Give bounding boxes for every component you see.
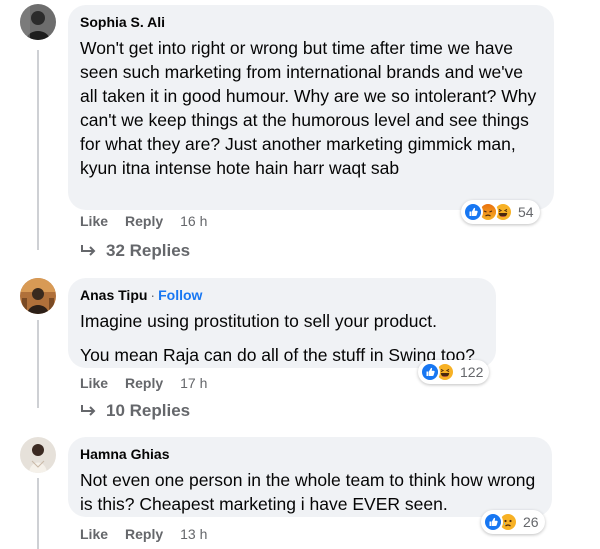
reaction-summary[interactable]: 54 [461, 200, 540, 224]
comment-timestamp[interactable]: 13 h [180, 526, 207, 542]
reply-thread-line [37, 478, 39, 549]
comment-actions: Like Reply 16 h [80, 213, 207, 229]
comment-author[interactable]: Sophia S. Ali [80, 13, 165, 31]
replies-count-label: 32 Replies [106, 241, 191, 260]
avatar[interactable] [20, 437, 56, 473]
reply-button[interactable]: Reply [125, 375, 163, 391]
comment-actions: Like Reply 13 h [80, 526, 207, 542]
reaction-summary[interactable]: 26 [481, 510, 545, 534]
reply-arrow-icon [80, 244, 98, 258]
comment-paragraph: Imagine using prostitution to sell your … [80, 311, 437, 331]
like-icon [420, 362, 440, 382]
avatar[interactable] [20, 278, 56, 314]
reply-button[interactable]: Reply [125, 213, 163, 229]
comment-text: Not even one person in the whole team to… [80, 468, 540, 516]
view-replies-button[interactable]: 32 Replies [80, 241, 190, 261]
view-replies-button[interactable]: 10 Replies [80, 401, 190, 421]
reaction-count: 122 [460, 364, 484, 380]
comment-text: Won't get into right or wrong but time a… [80, 36, 542, 180]
follow-button[interactable]: Follow [158, 286, 202, 304]
reply-thread-line [37, 50, 39, 250]
reply-arrow-icon [80, 404, 98, 418]
reaction-summary[interactable]: 122 [418, 360, 490, 384]
like-icon [463, 202, 483, 222]
reaction-count: 26 [523, 514, 539, 530]
comment-timestamp[interactable]: 16 h [180, 213, 207, 229]
comment-text: Imagine using prostitution to sell your … [80, 309, 484, 367]
like-button[interactable]: Like [80, 526, 108, 542]
replies-count-label: 10 Replies [106, 401, 191, 420]
comment-bubble: Sophia S. Ali Won't get into right or wr… [68, 5, 554, 210]
like-icon [483, 512, 503, 532]
like-button[interactable]: Like [80, 375, 108, 391]
separator-dot: · [150, 287, 156, 303]
like-button[interactable]: Like [80, 213, 108, 229]
comment-timestamp[interactable]: 17 h [180, 375, 207, 391]
comment-bubble: Anas Tipu · Follow Imagine using prostit… [68, 278, 496, 368]
comment-author[interactable]: Anas Tipu [80, 286, 147, 304]
reply-button[interactable]: Reply [125, 526, 163, 542]
reply-thread-line [37, 320, 39, 408]
reaction-count: 54 [518, 204, 534, 220]
comment-actions: Like Reply 17 h [80, 375, 207, 391]
comment-paragraph: Won't get into right or wrong but time a… [80, 38, 537, 178]
comment-author[interactable]: Hamna Ghias [80, 445, 169, 463]
comment-bubble: Hamna Ghias Not even one person in the w… [68, 437, 552, 517]
avatar[interactable] [20, 4, 56, 40]
comment-paragraph: Not even one person in the whole team to… [80, 470, 536, 514]
